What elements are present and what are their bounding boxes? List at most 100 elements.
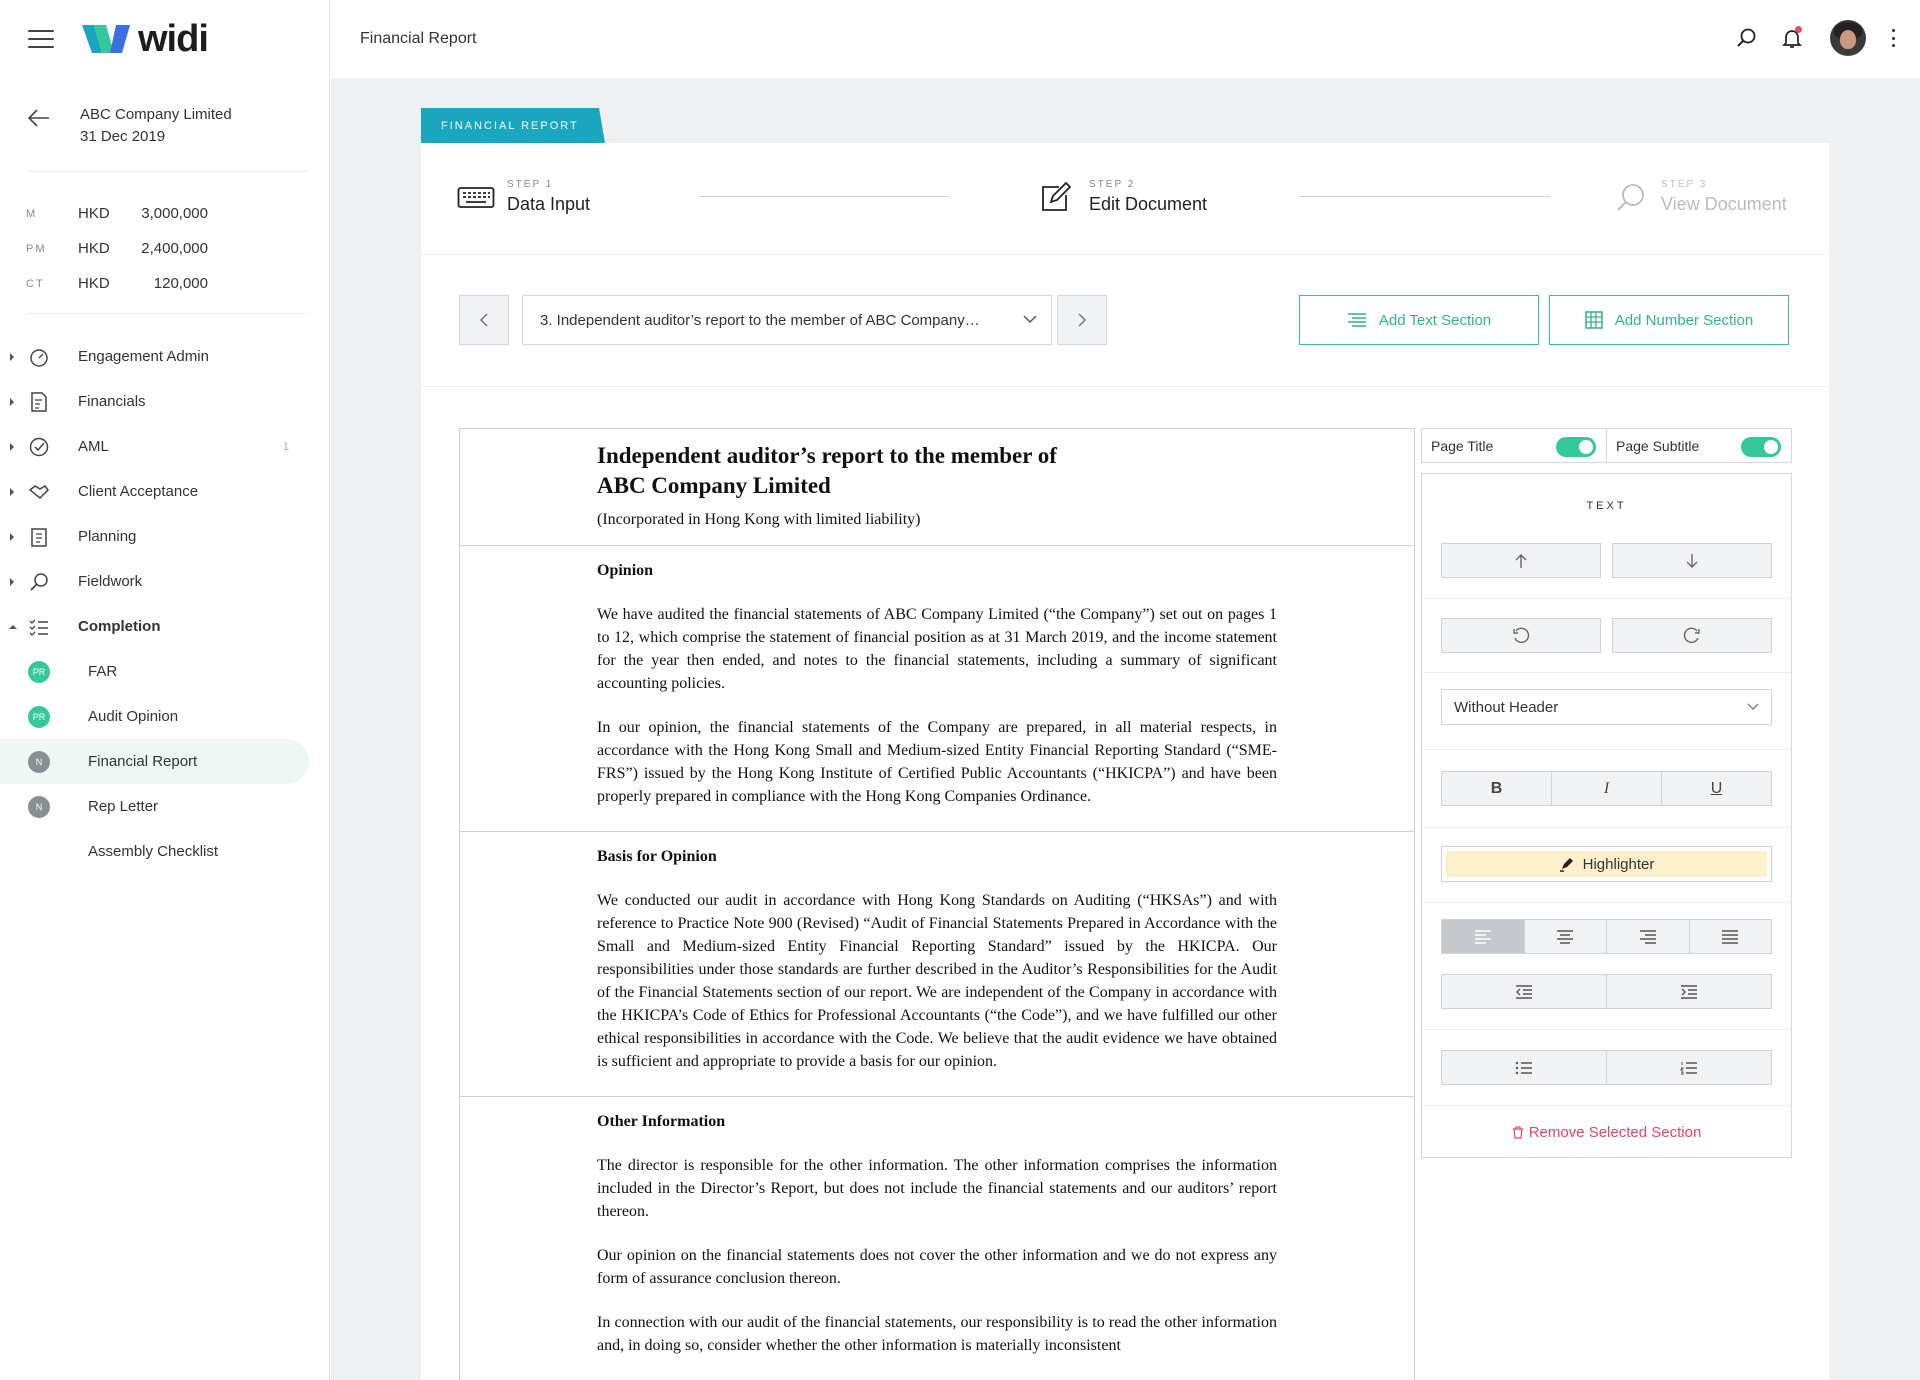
undo-button[interactable] bbox=[1441, 618, 1601, 653]
sidebar-subitem-label: Financial Report bbox=[88, 753, 198, 770]
logo[interactable]: widi bbox=[80, 17, 209, 61]
sidebar-item-client-acceptance[interactable]: Client Acceptance bbox=[0, 469, 329, 514]
add-number-section-button[interactable]: Add Number Section bbox=[1549, 295, 1789, 345]
sidebar-nav: Engagement Admin Financials AML 1 Client… bbox=[0, 314, 329, 874]
notifications-button[interactable] bbox=[1780, 26, 1804, 50]
sidebar-item-engagement-admin[interactable]: Engagement Admin bbox=[0, 334, 329, 379]
align-left-button[interactable] bbox=[1442, 920, 1524, 953]
document-title-section[interactable]: Independent auditor’s report to the memb… bbox=[460, 429, 1414, 546]
sidebar-subitem-financial-report[interactable]: N Financial Report bbox=[0, 739, 309, 784]
align-center-button[interactable] bbox=[1523, 920, 1606, 953]
sidebar-item-label: Fieldwork bbox=[78, 573, 143, 590]
materiality-currency: HKD bbox=[78, 205, 110, 222]
section-toolbar: 3. Independent auditor’s report to the m… bbox=[421, 255, 1829, 387]
sidebar-item-planning[interactable]: Planning bbox=[0, 514, 329, 559]
gauge-icon bbox=[30, 348, 48, 367]
redo-button[interactable] bbox=[1612, 618, 1772, 653]
materiality-value: 120,000 bbox=[153, 275, 208, 292]
step-edit-document[interactable]: STEP 2 Edit Document bbox=[1039, 179, 1207, 215]
status-badge: PR bbox=[28, 660, 50, 683]
indent-increase-icon bbox=[1681, 984, 1697, 999]
status-badge: N bbox=[28, 750, 50, 773]
step-connector bbox=[699, 196, 949, 197]
remove-section-button[interactable]: Remove Selected Section bbox=[1422, 1124, 1791, 1141]
header-style-select[interactable]: Without Header bbox=[1441, 689, 1772, 725]
section-paragraph: In our opinion, the financial statements… bbox=[597, 719, 1277, 805]
section-heading: Basis for Opinion bbox=[597, 848, 717, 865]
page-subtitle-toggle[interactable] bbox=[1741, 437, 1781, 457]
caret-up-icon bbox=[9, 624, 17, 629]
italic-button[interactable]: I bbox=[1551, 772, 1661, 805]
section-paragraph: The director is responsible for the othe… bbox=[597, 1157, 1277, 1220]
previous-section-button[interactable] bbox=[459, 295, 509, 345]
move-section-down-button[interactable] bbox=[1612, 543, 1772, 578]
avatar[interactable] bbox=[1830, 20, 1866, 56]
text-lines-icon bbox=[1347, 313, 1366, 327]
indent-increase-button[interactable] bbox=[1606, 975, 1771, 1008]
caret-right-icon bbox=[10, 577, 14, 586]
sidebar: widi ABC Company Limited 31 Dec 2019 M H… bbox=[0, 0, 330, 1380]
materiality-currency: HKD bbox=[78, 275, 110, 292]
sidebar-subitem-label: Assembly Checklist bbox=[88, 843, 219, 860]
chevron-down-icon bbox=[1747, 703, 1759, 710]
page-title-toggle[interactable] bbox=[1556, 437, 1596, 457]
align-right-button[interactable] bbox=[1606, 920, 1689, 953]
step-number: STEP 2 bbox=[1089, 179, 1136, 190]
notification-dot bbox=[1795, 26, 1802, 33]
report-editor-card: STEP 1 Data Input STEP 2 Edit Document S… bbox=[421, 143, 1829, 1380]
stepper: STEP 1 Data Input STEP 2 Edit Document S… bbox=[421, 143, 1829, 255]
search-icon[interactable] bbox=[1734, 26, 1758, 50]
sidebar-item-financials[interactable]: Financials bbox=[0, 379, 329, 424]
bulleted-list-button[interactable] bbox=[1442, 1051, 1606, 1084]
section-heading: Other Information bbox=[597, 1113, 726, 1130]
list-group bbox=[1441, 1050, 1772, 1085]
document-section-other-information[interactable]: Other Information The director is respon… bbox=[460, 1097, 1414, 1380]
document-section-basis-for-opinion[interactable]: Basis for Opinion We conducted our audit… bbox=[460, 832, 1414, 1097]
document-section-opinion[interactable]: Opinion We have audited the financial st… bbox=[460, 546, 1414, 832]
sidebar-item-aml[interactable]: AML 1 bbox=[0, 424, 329, 469]
page-toggles: Page Title Page Subtitle bbox=[1421, 428, 1792, 463]
document-preview: Independent auditor’s report to the memb… bbox=[459, 428, 1415, 1380]
topbar: Financial Report bbox=[331, 0, 1920, 78]
numbered-list-button[interactable] bbox=[1606, 1051, 1771, 1084]
add-text-section-button[interactable]: Add Text Section bbox=[1299, 295, 1539, 345]
underline-button[interactable]: U bbox=[1661, 772, 1771, 805]
bold-button[interactable]: B bbox=[1442, 772, 1551, 805]
table-grid-icon bbox=[1585, 311, 1603, 329]
clipboard-icon bbox=[31, 527, 47, 547]
undo-icon bbox=[1513, 627, 1530, 643]
step-number: STEP 3 bbox=[1661, 179, 1708, 190]
sidebar-subitem-label: Rep Letter bbox=[88, 798, 159, 815]
materiality-value: 3,000,000 bbox=[141, 205, 208, 222]
indent-decrease-button[interactable] bbox=[1442, 975, 1606, 1008]
next-section-button[interactable] bbox=[1057, 295, 1107, 345]
back-arrow-icon[interactable] bbox=[28, 108, 50, 128]
caret-right-icon bbox=[10, 532, 14, 541]
more-vertical-icon[interactable] bbox=[1890, 29, 1896, 47]
sidebar-item-label: AML bbox=[78, 438, 109, 455]
sidebar-subitem-audit-opinion[interactable]: PR Audit Opinion bbox=[0, 694, 329, 739]
section-select-value: 3. Independent auditor’s report to the m… bbox=[540, 311, 980, 329]
sidebar-subitem-assembly-checklist[interactable]: Assembly Checklist bbox=[0, 829, 329, 874]
sidebar-item-completion[interactable]: Completion bbox=[0, 604, 329, 649]
panel-divider bbox=[1422, 902, 1791, 903]
move-section-up-button[interactable] bbox=[1441, 543, 1601, 578]
status-badge: PR bbox=[28, 705, 50, 728]
sidebar-item-fieldwork[interactable]: Fieldwork bbox=[0, 559, 329, 604]
sidebar-subitem-rep-letter[interactable]: N Rep Letter bbox=[0, 784, 329, 829]
sidebar-item-label: Engagement Admin bbox=[78, 348, 209, 365]
align-justify-button[interactable] bbox=[1688, 920, 1771, 953]
highlighter-button[interactable]: Highlighter bbox=[1441, 846, 1772, 882]
menu-icon[interactable] bbox=[28, 30, 54, 48]
panel-divider bbox=[1422, 827, 1791, 828]
step-view-document[interactable]: STEP 3 View Document bbox=[1611, 179, 1787, 215]
logo-text: widi bbox=[138, 17, 209, 60]
caret-right-icon bbox=[10, 397, 14, 406]
client-info: ABC Company Limited 31 Dec 2019 bbox=[26, 78, 309, 172]
keyboard-icon bbox=[457, 187, 495, 208]
handshake-icon bbox=[28, 484, 49, 499]
section-select[interactable]: 3. Independent auditor’s report to the m… bbox=[522, 295, 1052, 345]
caret-right-icon bbox=[10, 487, 14, 496]
step-data-input[interactable]: STEP 1 Data Input bbox=[457, 179, 590, 215]
sidebar-subitem-far[interactable]: PR FAR bbox=[0, 649, 329, 694]
